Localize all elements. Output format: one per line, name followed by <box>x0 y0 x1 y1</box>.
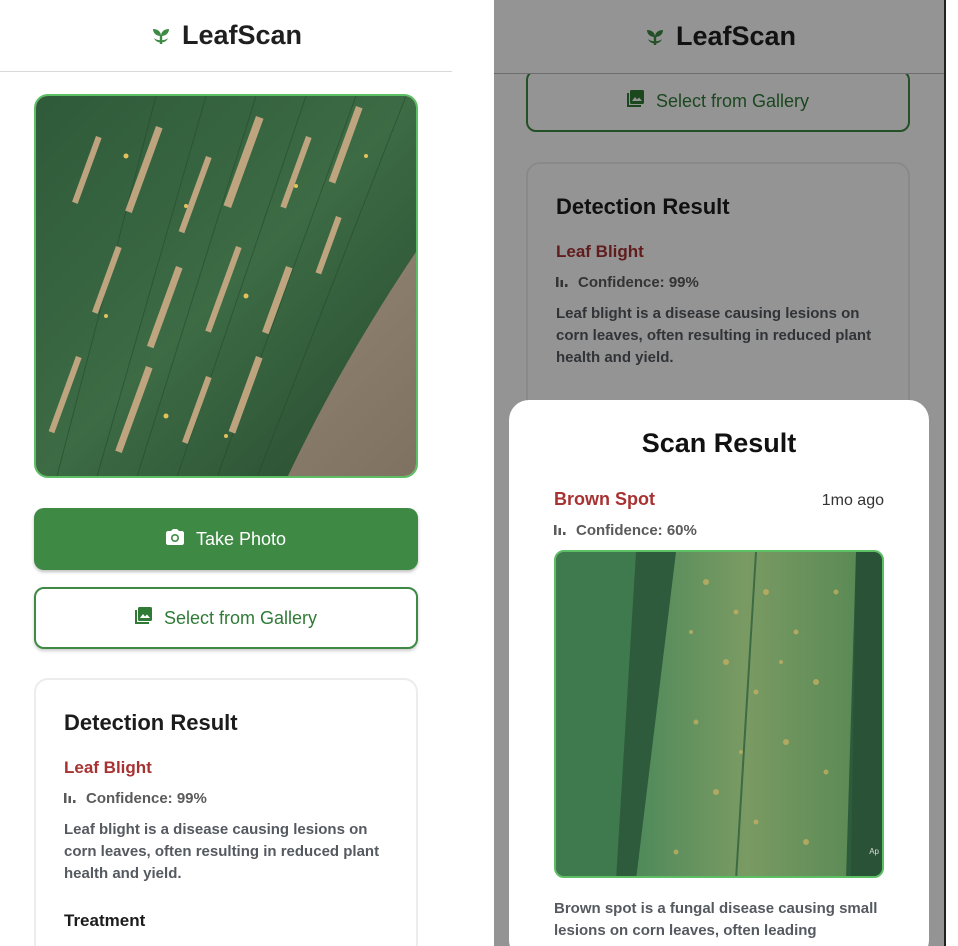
app-bar: LeafScan <box>0 0 452 72</box>
left-screen: LeafScan Take Photo Select from Gallery … <box>0 0 452 946</box>
photo-watermark: Ap <box>869 847 879 856</box>
app-title: LeafScan <box>181 20 303 50</box>
bar-chart-icon <box>554 522 567 539</box>
scan-photo: Ap <box>554 550 884 878</box>
select-gallery-button[interactable]: Select from Gallery <box>34 587 418 649</box>
treatment-heading: Treatment <box>64 911 146 930</box>
scan-time: 1mo ago <box>821 492 884 509</box>
detection-result-card: Detection Result Leaf Blight Confidence:… <box>34 678 418 946</box>
disease-description: Leaf blight is a disease causing lesions… <box>64 821 380 882</box>
bar-chart-icon <box>64 790 77 807</box>
confidence-row: Confidence: 60% <box>554 522 884 539</box>
scan-result-sheet: Scan Result Brown Spot 1mo ago Confidenc… <box>509 400 929 946</box>
confidence-text: Confidence: 60% <box>576 522 697 539</box>
take-photo-button[interactable]: Take Photo <box>34 508 418 570</box>
disease-name: Leaf Blight <box>64 758 152 777</box>
select-gallery-label: Select from Gallery <box>163 607 318 628</box>
disease-name: Brown Spot <box>554 489 655 509</box>
confidence-row: Confidence: 99% <box>64 790 388 807</box>
sprout-icon <box>150 25 172 47</box>
leaf-photo-preview <box>34 94 418 478</box>
screen-divider <box>452 0 494 946</box>
take-photo-label: Take Photo <box>195 528 287 549</box>
sheet-title: Scan Result <box>641 428 797 458</box>
sheet-header-row: Brown Spot 1mo ago <box>554 489 884 510</box>
camera-icon <box>165 528 184 550</box>
card-title: Detection Result <box>64 710 238 735</box>
right-screen: LeafScan Select from Gallery Detection R… <box>494 0 946 946</box>
confidence-text: Confidence: 99% <box>86 790 207 807</box>
disease-description: Brown spot is a fungal disease causing s… <box>554 900 878 939</box>
image-icon <box>134 607 152 629</box>
